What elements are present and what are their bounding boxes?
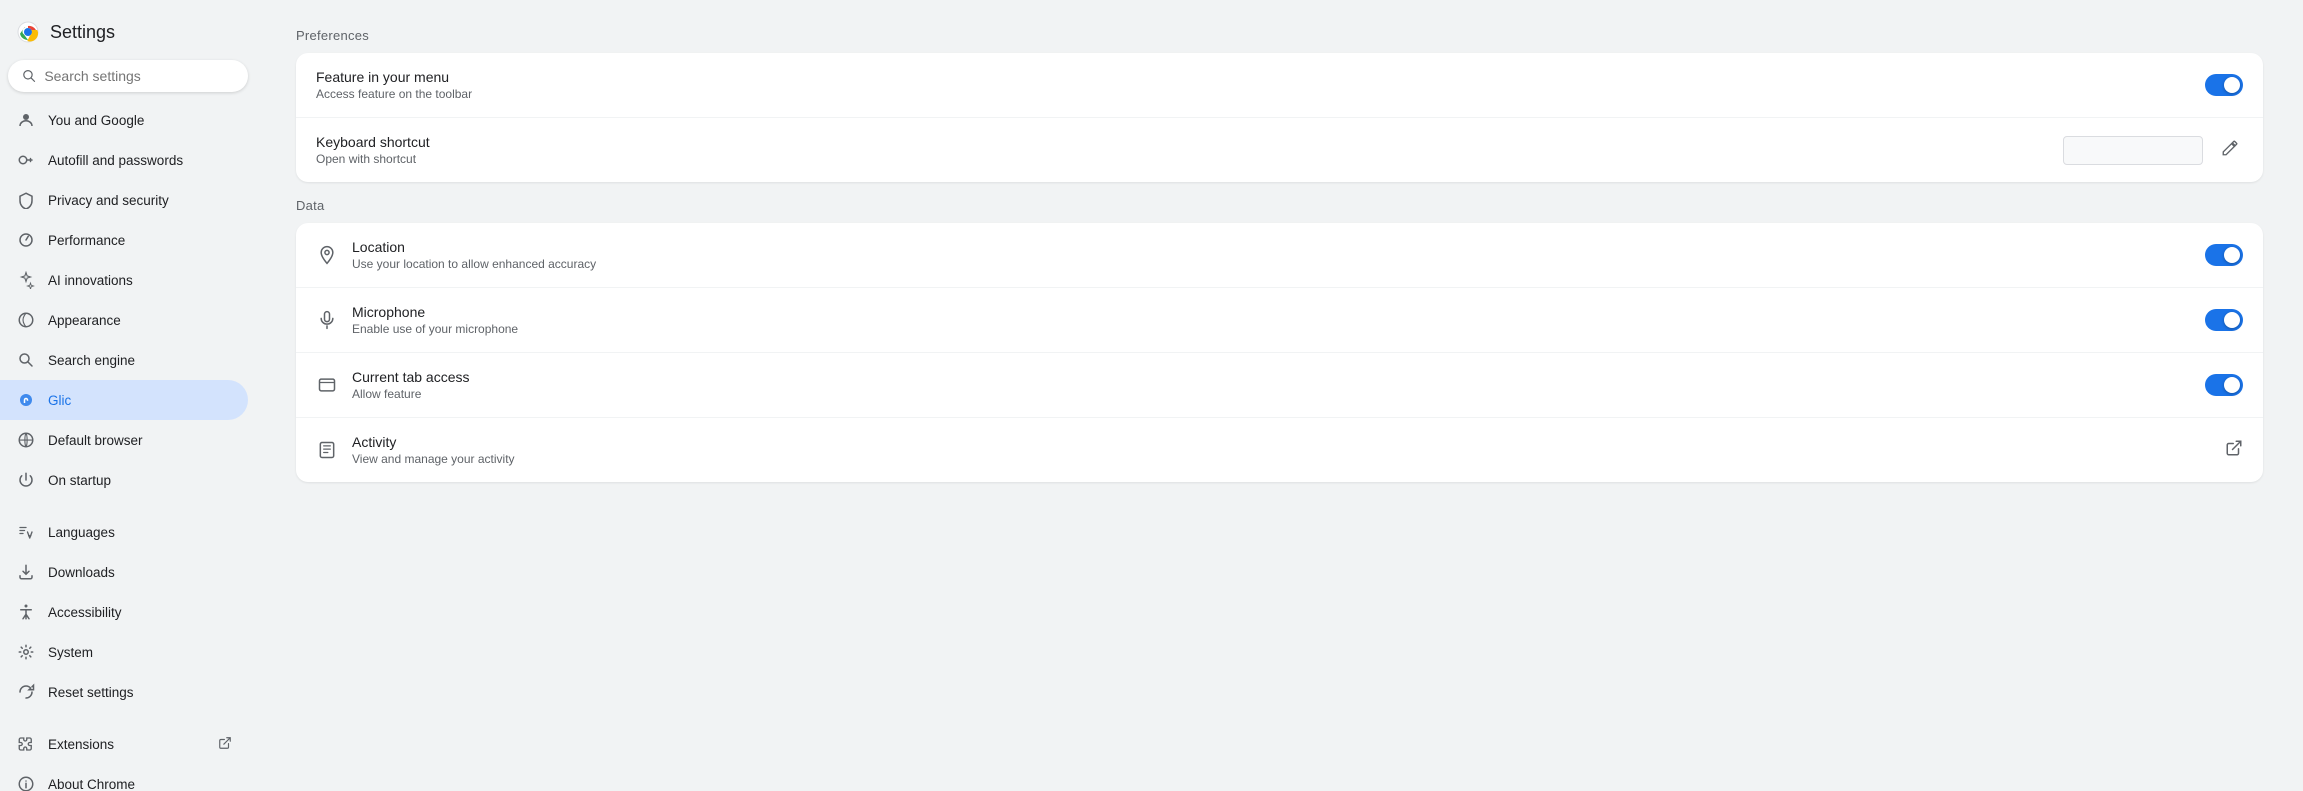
search-input[interactable] xyxy=(44,68,234,84)
feature-in-menu-title: Feature in your menu xyxy=(316,69,2191,85)
activity-subtitle: View and manage your activity xyxy=(352,452,2211,466)
microphone-icon xyxy=(316,309,338,331)
sidebar-label: Extensions xyxy=(48,737,114,752)
sidebar-label: You and Google xyxy=(48,113,144,128)
sidebar-item-extensions[interactable]: Extensions xyxy=(0,724,248,764)
sidebar-label: Performance xyxy=(48,233,125,248)
system-icon xyxy=(16,642,36,662)
activity-external-link-icon xyxy=(2225,439,2243,462)
edit-icon xyxy=(2221,139,2239,157)
sidebar-label: Autofill and passwords xyxy=(48,153,183,168)
keyboard-shortcut-row: Keyboard shortcut Open with shortcut xyxy=(296,118,2263,182)
extensions-icon xyxy=(16,734,36,754)
tab-icon xyxy=(316,374,338,396)
sidebar-label: Glic xyxy=(48,393,71,408)
location-toggle[interactable] xyxy=(2205,244,2243,266)
sidebar-item-reset-settings[interactable]: Reset settings xyxy=(0,672,248,712)
microphone-subtitle: Enable use of your microphone xyxy=(352,322,2191,336)
location-title: Location xyxy=(352,239,2191,255)
sidebar-label: Privacy and security xyxy=(48,193,169,208)
sidebar-label: About Chrome xyxy=(48,777,135,791)
sidebar-item-privacy[interactable]: Privacy and security xyxy=(0,180,248,220)
sidebar-label: Appearance xyxy=(48,313,121,328)
tab-access-subtitle: Allow feature xyxy=(352,387,2191,401)
keyboard-shortcut-subtitle: Open with shortcut xyxy=(316,152,2049,166)
person-icon xyxy=(16,110,36,130)
about-icon xyxy=(16,774,36,791)
shortcut-input[interactable] xyxy=(2063,136,2203,165)
sidebar-item-appearance[interactable]: Appearance xyxy=(0,300,248,340)
sidebar-item-on-startup[interactable]: On startup xyxy=(0,460,248,500)
location-subtitle: Use your location to allow enhanced accu… xyxy=(352,257,2191,271)
sidebar: Settings You and Google Autofill and pas… xyxy=(0,0,256,791)
tab-access-title: Current tab access xyxy=(352,369,2191,385)
sidebar-item-glic[interactable]: Glic xyxy=(0,380,248,420)
chrome-logo xyxy=(16,20,40,44)
search-engine-icon xyxy=(16,350,36,370)
sidebar-label: Reset settings xyxy=(48,685,134,700)
ai-icon xyxy=(16,270,36,290)
feature-in-menu-row: Feature in your menu Access feature on t… xyxy=(296,53,2263,118)
search-icon xyxy=(22,68,36,84)
preferences-section-title: Preferences xyxy=(296,28,2263,43)
tab-access-row: Current tab access Allow feature xyxy=(296,353,2263,418)
microphone-row: Microphone Enable use of your microphone xyxy=(296,288,2263,353)
reset-icon xyxy=(16,682,36,702)
sidebar-label: Downloads xyxy=(48,565,115,580)
sidebar-label: Languages xyxy=(48,525,115,540)
key-icon xyxy=(16,150,36,170)
startup-icon xyxy=(16,470,36,490)
location-row: Location Use your location to allow enha… xyxy=(296,223,2263,288)
external-link-indicator xyxy=(218,736,232,753)
feature-in-menu-subtitle: Access feature on the toolbar xyxy=(316,87,2191,101)
data-section-title: Data xyxy=(296,198,2263,213)
shield-icon xyxy=(16,190,36,210)
activity-title: Activity xyxy=(352,434,2211,450)
sidebar-item-search-engine[interactable]: Search engine xyxy=(0,340,248,380)
sidebar-label: System xyxy=(48,645,93,660)
sidebar-label: Default browser xyxy=(48,433,143,448)
sidebar-item-default-browser[interactable]: Default browser xyxy=(0,420,248,460)
sidebar-item-ai[interactable]: AI innovations xyxy=(0,260,248,300)
sidebar-item-autofill[interactable]: Autofill and passwords xyxy=(0,140,248,180)
sidebar-item-languages[interactable]: Languages xyxy=(0,512,248,552)
data-card: Location Use your location to allow enha… xyxy=(296,223,2263,482)
preferences-card: Feature in your menu Access feature on t… xyxy=(296,53,2263,182)
sidebar-header: Settings xyxy=(0,8,256,60)
appearance-icon xyxy=(16,310,36,330)
performance-icon xyxy=(16,230,36,250)
languages-icon xyxy=(16,522,36,542)
keyboard-shortcut-title: Keyboard shortcut xyxy=(316,134,2049,150)
sidebar-item-system[interactable]: System xyxy=(0,632,248,672)
sidebar-title: Settings xyxy=(50,22,115,43)
sidebar-item-downloads[interactable]: Downloads xyxy=(0,552,248,592)
tab-access-toggle[interactable] xyxy=(2205,374,2243,396)
sidebar-label: Search engine xyxy=(48,353,135,368)
browser-icon xyxy=(16,430,36,450)
activity-row[interactable]: Activity View and manage your activity xyxy=(296,418,2263,482)
search-bar[interactable] xyxy=(8,60,248,92)
activity-icon xyxy=(316,439,338,461)
microphone-toggle[interactable] xyxy=(2205,309,2243,331)
main-content: Preferences Feature in your menu Access … xyxy=(256,0,2303,791)
sidebar-item-performance[interactable]: Performance xyxy=(0,220,248,260)
sidebar-label: On startup xyxy=(48,473,111,488)
microphone-title: Microphone xyxy=(352,304,2191,320)
feature-in-menu-toggle[interactable] xyxy=(2205,74,2243,96)
sidebar-item-accessibility[interactable]: Accessibility xyxy=(0,592,248,632)
sidebar-label: Accessibility xyxy=(48,605,122,620)
downloads-icon xyxy=(16,562,36,582)
location-icon xyxy=(316,244,338,266)
edit-shortcut-button[interactable] xyxy=(2217,135,2243,166)
accessibility-icon xyxy=(16,602,36,622)
sidebar-label: AI innovations xyxy=(48,273,133,288)
sidebar-item-about-chrome[interactable]: About Chrome xyxy=(0,764,248,791)
sidebar-item-you-and-google[interactable]: You and Google xyxy=(0,100,248,140)
glic-icon xyxy=(16,390,36,410)
